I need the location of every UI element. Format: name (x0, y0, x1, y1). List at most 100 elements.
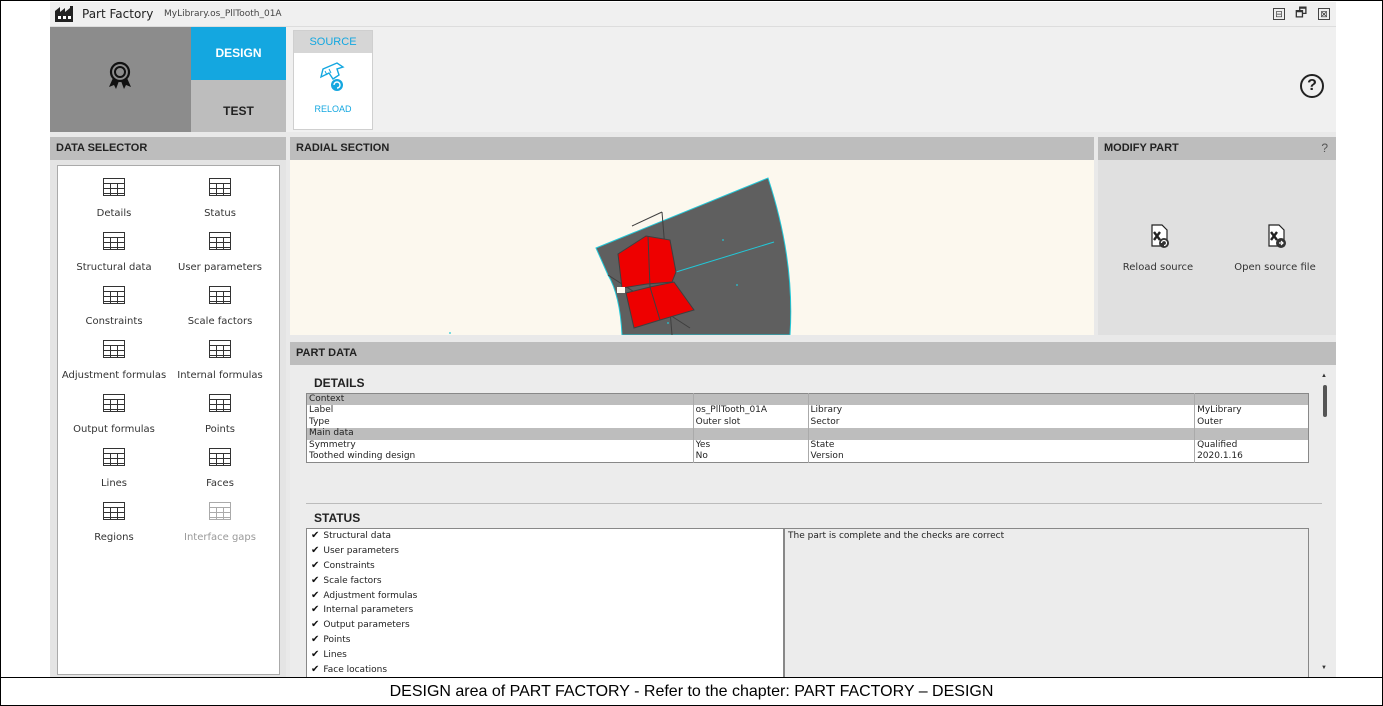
table-row[interactable]: Type Outer slot Sector Outer (306, 416, 1309, 428)
list-item[interactable]: ✔ Face locations (307, 663, 783, 677)
list-item[interactable]: ✔ Points (307, 633, 783, 648)
figure-caption: DESIGN area of PART FACTORY - Refer to t… (389, 683, 994, 700)
scroll-down-icon[interactable]: ▼ (1321, 665, 1327, 671)
checkmark-icon: ✔ (311, 559, 320, 571)
checkmark-icon: ✔ (311, 589, 320, 601)
tab-test[interactable]: TEST (191, 80, 286, 132)
award-badge-icon (109, 61, 131, 89)
factory-logo-icon (55, 6, 73, 22)
table-icon (103, 448, 125, 466)
scroll-thumb[interactable] (1323, 385, 1327, 417)
table-row[interactable]: Toothed winding design No Version 2020.1.16 (306, 451, 1309, 463)
checkmark-icon: ✔ (311, 544, 320, 556)
selector-item-internal-formulas[interactable]: Internal formulas (164, 338, 276, 392)
modify-part-panel: Reload source Open source file (1098, 160, 1336, 335)
table-icon (103, 340, 125, 358)
part-data-panel: DETAILS Context Label os_PllTooth_01A Libr… (290, 365, 1336, 677)
list-item[interactable]: ✔ Internal parameters (307, 603, 783, 618)
status-message: The part is complete and the checks are … (784, 528, 1309, 677)
app-title: Part Factory (82, 7, 154, 21)
modify-help-button[interactable]: ? (1321, 137, 1328, 160)
selector-item-output-formulas[interactable]: Output formulas (58, 392, 170, 446)
list-item[interactable]: ✔ Structural data (307, 529, 783, 544)
data-selector-grid: Details Status Structural data User para… (57, 165, 280, 675)
list-item[interactable]: ✔ Lines (307, 648, 783, 663)
table-icon (103, 502, 125, 520)
scroll-up-icon[interactable]: ▲ (1321, 373, 1327, 379)
list-item[interactable]: ✔ Adjustment formulas (307, 589, 783, 604)
selector-item-lines[interactable]: Lines (58, 446, 170, 500)
selector-item-points[interactable]: Points (164, 392, 276, 446)
status-title: STATUS (314, 511, 361, 525)
reload-part-icon (319, 62, 345, 91)
radial-section-view[interactable] (290, 160, 1094, 335)
table-group-row: Main data (306, 428, 1309, 440)
modify-part-title: MODIFY PART (1104, 142, 1179, 154)
group-label: Context (306, 393, 694, 405)
source-group: SOURCE RELOAD (293, 30, 373, 130)
selector-item-constraints[interactable]: Constraints (58, 284, 170, 338)
data-selector-header: DATA SELECTOR (50, 137, 286, 160)
ribbon: DESIGN TEST SOURCE RELOAD ? (50, 27, 1336, 132)
help-button[interactable]: ? (1300, 74, 1324, 98)
list-item[interactable]: ✔ Scale factors (307, 574, 783, 589)
tab-design[interactable]: DESIGN (191, 27, 286, 80)
selector-item-faces[interactable]: Faces (164, 446, 276, 500)
modify-part-header: MODIFY PART ? (1098, 137, 1336, 160)
restore-button[interactable]: 🗗 (1295, 6, 1307, 20)
source-group-title: SOURCE (294, 31, 372, 53)
selector-item-adjustment-formulas[interactable]: Adjustment formulas (58, 338, 170, 392)
list-item[interactable]: ✔ Output parameters (307, 618, 783, 633)
selector-item-details[interactable]: Details (58, 176, 170, 230)
checkmark-icon: ✔ (311, 649, 320, 661)
table-icon (209, 394, 231, 412)
list-item[interactable]: ✔ User parameters (307, 544, 783, 559)
reload-source-button[interactable]: Reload source (1103, 224, 1213, 280)
reload-source-label: Reload source (1122, 262, 1194, 273)
part-data-header: PART DATA (290, 342, 1336, 365)
table-icon (103, 232, 125, 250)
table-row[interactable]: Symmetry Yes State Qualified (306, 439, 1309, 451)
slot-geometry-drawing (449, 177, 792, 335)
reload-button[interactable]: RELOAD (294, 53, 372, 129)
checkmark-icon: ✔ (311, 604, 320, 616)
document-title: MyLibrary.os_PllTooth_01A (164, 9, 282, 19)
section-divider (306, 503, 1322, 504)
checkmark-icon: ✔ (311, 664, 320, 676)
part-data-scrollbar[interactable]: ▲ ▼ (1320, 373, 1330, 673)
table-row[interactable]: Label os_PllTooth_01A Library MyLibrary (306, 405, 1309, 417)
checkmark-icon: ✔ (311, 634, 320, 646)
status-checklist: ✔ Structural data ✔ User parameters ✔ Const… (306, 528, 784, 677)
selector-item-user-parameters[interactable]: User parameters (164, 230, 276, 284)
open-source-file-icon (1268, 224, 1286, 248)
table-icon (103, 286, 125, 304)
open-source-file-button[interactable]: Open source file (1220, 224, 1330, 280)
list-item[interactable]: ✔ Constraints (307, 559, 783, 574)
minimize-button[interactable]: ⊟ (1273, 8, 1285, 20)
part-factory-window: Part Factory MyLibrary.os_PllTooth_01A ⊟… (50, 2, 1336, 677)
data-selector-panel: Details Status Structural data User para… (50, 160, 286, 677)
selector-item-structural-data[interactable]: Structural data (58, 230, 170, 284)
table-icon (209, 178, 231, 196)
table-icon (209, 448, 231, 466)
details-table: Context Label os_PllTooth_01A Library MyLib… (306, 393, 1309, 463)
close-button[interactable]: ⊠ (1318, 8, 1330, 20)
table-icon (209, 340, 231, 358)
table-icon (209, 286, 231, 304)
details-title: DETAILS (314, 376, 365, 390)
selector-item-interface-gaps: Interface gaps (164, 500, 276, 554)
checkmark-icon: ✔ (311, 619, 320, 631)
checkmark-icon: ✔ (311, 574, 320, 586)
caption-divider (0, 677, 1383, 678)
selector-item-status[interactable]: Status (164, 176, 276, 230)
checkmark-icon: ✔ (311, 530, 320, 541)
selector-item-scale-factors[interactable]: Scale factors (164, 284, 276, 338)
open-source-file-label: Open source file (1234, 262, 1316, 273)
home-button[interactable] (50, 27, 191, 132)
selector-item-regions[interactable]: Regions (58, 500, 170, 554)
reload-source-icon (1151, 224, 1169, 248)
table-group-row: Context (306, 393, 1309, 405)
reload-label: RELOAD (314, 104, 352, 114)
title-bar: Part Factory MyLibrary.os_PllTooth_01A ⊟… (50, 2, 1336, 27)
table-icon (103, 394, 125, 412)
